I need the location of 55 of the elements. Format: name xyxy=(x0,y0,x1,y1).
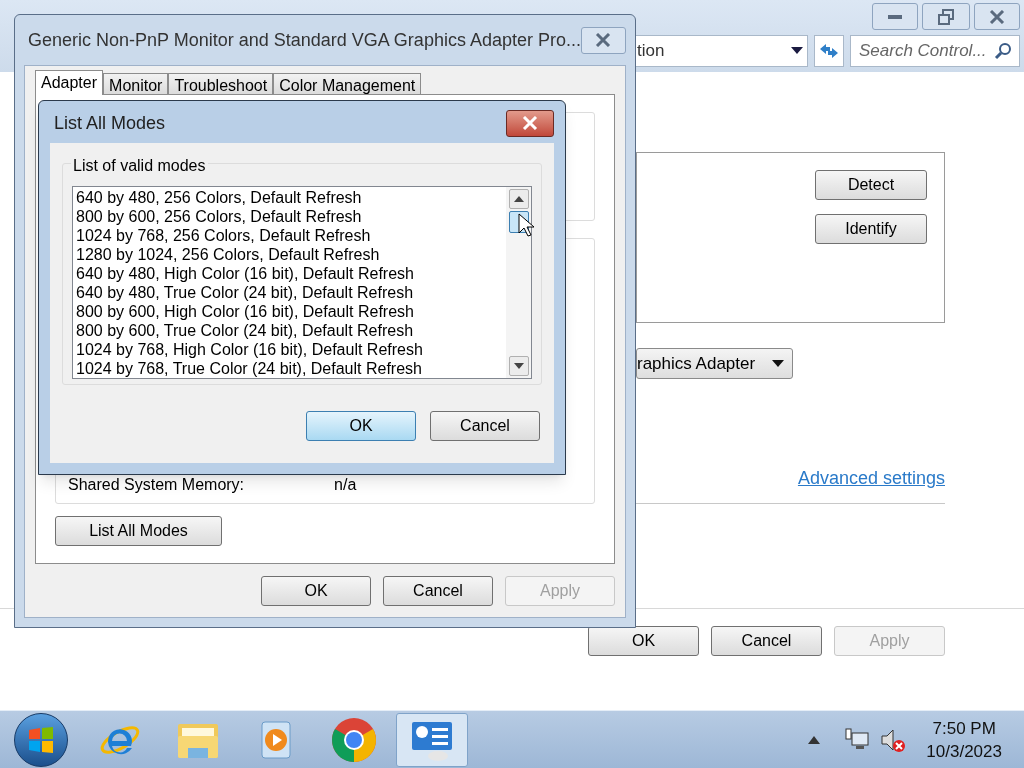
memory-label: Shared System Memory: xyxy=(68,475,245,495)
dialog-button[interactable]: OK xyxy=(261,576,371,606)
clock-date: 10/3/2023 xyxy=(926,740,1002,763)
chrome-icon xyxy=(330,715,378,764)
mode-item[interactable]: 800 by 600, High Color (16 bit), Default Refresh xyxy=(76,302,506,321)
tab[interactable]: Adapter xyxy=(35,70,104,95)
dialog-button[interactable]: Cancel xyxy=(430,411,540,441)
mouse-cursor-icon xyxy=(518,213,534,237)
close-icon xyxy=(595,33,612,47)
search-field[interactable]: Search Control... xyxy=(850,35,1020,67)
restore-button[interactable] xyxy=(922,3,970,30)
panel-button[interactable]: Identify xyxy=(815,214,927,244)
mode-item[interactable]: 800 by 600, 256 Colors, Default Refresh xyxy=(76,207,506,226)
panel-button[interactable]: Detect xyxy=(815,170,927,200)
dialog-button[interactable]: Cancel xyxy=(383,576,493,606)
close-icon xyxy=(989,9,1005,24)
dropdown-arrow-icon[interactable] xyxy=(791,47,803,55)
refresh-button[interactable] xyxy=(814,35,844,67)
scroll-down-icon[interactable] xyxy=(513,363,524,369)
advanced-settings-link[interactable]: Advanced settings xyxy=(797,465,945,492)
mode-item[interactable]: 1024 by 768, 256 Colors, Default Refresh xyxy=(76,226,506,245)
taskbar-app-button[interactable] xyxy=(396,712,468,767)
dialog-title: Generic Non-PnP Monitor and Standard VGA Graphics Adapter Pro... xyxy=(28,28,581,52)
mode-item[interactable]: 800 by 600, True Color (24 bit), Default Refresh xyxy=(76,321,506,340)
windows-logo-icon xyxy=(28,726,54,753)
start-button[interactable] xyxy=(14,712,68,767)
close-icon xyxy=(522,116,538,130)
show-hidden-icons-icon[interactable] xyxy=(808,735,821,744)
tab[interactable]: Color Management xyxy=(273,73,422,95)
close-button[interactable] xyxy=(506,109,554,137)
refresh-icon xyxy=(818,43,840,59)
clock[interactable]: 7:50 PM 10/3/2023 xyxy=(926,716,1002,763)
footer-button[interactable]: Cancel xyxy=(711,626,822,656)
clock-time: 7:50 PM xyxy=(932,717,996,740)
display-dropdown[interactable]: raphics Adapter xyxy=(636,348,793,379)
mode-item[interactable]: 640 by 480, True Color (24 bit), Default Refresh xyxy=(76,283,506,302)
restore-icon xyxy=(937,8,955,25)
tab[interactable]: Monitor xyxy=(103,73,169,95)
mode-item[interactable]: 640 by 480, 256 Colors, Default Refresh xyxy=(76,188,506,207)
minimize-button[interactable] xyxy=(872,3,918,30)
scrollbar[interactable] xyxy=(506,187,531,378)
dropdown-arrow-icon xyxy=(772,359,784,368)
modes-list[interactable] xyxy=(72,186,532,379)
dialog-button[interactable]: OK xyxy=(306,411,416,441)
memory-value: n/a xyxy=(334,475,357,495)
mode-item[interactable]: 640 by 480, High Color (16 bit), Default Refresh xyxy=(76,264,506,283)
mode-item[interactable]: 1024 by 768, High Color (16 bit), Default Refresh xyxy=(76,340,506,359)
scroll-up-icon[interactable] xyxy=(513,196,524,202)
search-icon xyxy=(994,42,1012,60)
dialog-title: List All Modes xyxy=(54,111,166,135)
list-all-modes-button[interactable]: List All Modes xyxy=(55,516,222,546)
tab[interactable]: Troubleshoot xyxy=(168,73,274,95)
mode-item[interactable]: 1280 by 1024, 256 Colors, Default Refresh xyxy=(76,245,506,264)
footer-button[interactable]: OK xyxy=(588,626,699,656)
mode-item[interactable]: 1024 by 768, True Color (24 bit), Default Refresh xyxy=(76,359,506,378)
